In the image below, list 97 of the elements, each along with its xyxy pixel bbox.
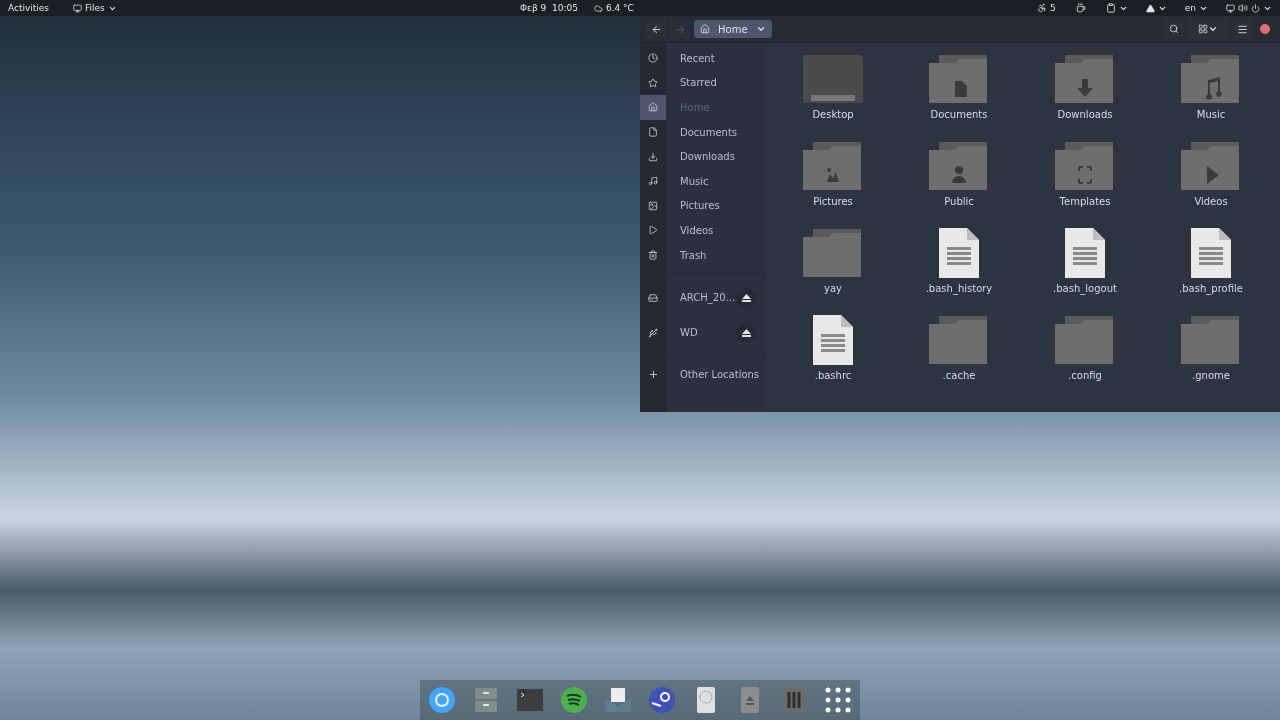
text-file-icon xyxy=(812,314,854,366)
file-name[interactable]: Pictures xyxy=(813,196,853,207)
weather-indicator[interactable]: 6.4 °C xyxy=(593,3,634,13)
eject-button[interactable] xyxy=(736,287,756,308)
folder-icon xyxy=(1181,314,1241,366)
sidebar-item[interactable]: WD xyxy=(680,327,736,339)
app-icon xyxy=(73,3,83,13)
file-name[interactable]: .gnome xyxy=(1192,370,1230,381)
file-name[interactable]: Downloads xyxy=(1057,109,1113,120)
folder-icon xyxy=(803,227,863,279)
accessibility-icon xyxy=(1037,3,1048,13)
file-name[interactable]: Videos xyxy=(1194,196,1228,207)
file-cabinet-icon[interactable] xyxy=(472,686,500,714)
keyboard-layout-menu[interactable]: en xyxy=(1184,3,1208,13)
file-name[interactable]: Music xyxy=(1196,109,1226,120)
file-name[interactable]: .bashrc xyxy=(814,370,852,381)
pictures-icon xyxy=(648,200,658,211)
display-icon xyxy=(1226,3,1235,13)
sidebar-item[interactable]: Music xyxy=(680,175,766,187)
sidebar-item[interactable]: Other Locations xyxy=(680,368,766,380)
text-file-icon xyxy=(1190,227,1232,279)
search-icon xyxy=(1169,24,1179,34)
eject-icon xyxy=(1145,3,1155,13)
clipboard-icon xyxy=(1105,3,1116,13)
activities-button[interactable]: Activities xyxy=(8,3,50,13)
home-icon xyxy=(700,24,710,34)
sidebar-item[interactable]: Documents xyxy=(680,126,766,138)
clipboard-menu[interactable] xyxy=(1105,3,1128,13)
folder-icon xyxy=(1055,314,1115,366)
templates-folder-icon xyxy=(1055,140,1115,192)
path-button[interactable]: Home xyxy=(694,20,772,38)
drive-icon xyxy=(648,292,658,303)
file-name[interactable]: Public xyxy=(944,196,974,207)
file-name[interactable]: Templates xyxy=(1059,196,1111,207)
eject-menu[interactable] xyxy=(1145,3,1167,13)
accessibility-indicator[interactable]: 5 xyxy=(1037,3,1056,13)
file-name[interactable]: .bash_history xyxy=(925,283,993,294)
videos-folder-icon xyxy=(1181,140,1241,192)
app-menu[interactable]: Files xyxy=(73,3,117,13)
power-icon xyxy=(1251,3,1260,13)
pictures-folder-icon xyxy=(803,140,863,192)
usb-icon xyxy=(648,327,658,338)
volume-icon xyxy=(1238,3,1248,13)
clock[interactable]: Φεβ 9 10:05 xyxy=(519,3,578,13)
cloud-icon xyxy=(593,3,603,13)
right-arrow-icon xyxy=(674,23,686,35)
close-button[interactable] xyxy=(1260,24,1270,34)
music-icon xyxy=(648,176,658,187)
sidebar-item[interactable]: Recent xyxy=(680,52,766,64)
coffee-icon[interactable] xyxy=(1075,3,1086,13)
eject-icon xyxy=(741,293,751,302)
music-player-icon[interactable] xyxy=(560,686,588,714)
desktop-folder-icon xyxy=(803,53,863,105)
caret-icon xyxy=(755,24,766,34)
system-menu[interactable] xyxy=(1226,3,1272,13)
sidebar-item[interactable]: Trash xyxy=(680,249,766,261)
search-button[interactable] xyxy=(1164,19,1184,39)
text-file-icon xyxy=(1064,227,1106,279)
documents-folder-icon xyxy=(929,53,989,105)
file-name[interactable]: Desktop xyxy=(812,109,854,120)
home-icon xyxy=(648,102,658,113)
sidebar-item[interactable]: Starred xyxy=(680,77,766,89)
plus-icon xyxy=(647,368,659,380)
sidebar-icon-cell[interactable] xyxy=(640,95,666,120)
file-name[interactable]: .bash_profile xyxy=(1179,283,1243,294)
left-arrow-icon xyxy=(650,23,662,35)
view-button[interactable] xyxy=(1188,19,1228,39)
file-name[interactable]: .cache xyxy=(942,370,976,381)
file-name[interactable]: .config xyxy=(1068,370,1102,381)
downloads-icon xyxy=(648,151,658,162)
sidebar-item[interactable]: Pictures xyxy=(680,200,766,212)
sidebar-item[interactable]: Videos xyxy=(680,224,766,236)
browser-icon[interactable] xyxy=(428,686,456,714)
mail-icon[interactable] xyxy=(604,686,632,714)
videos-icon xyxy=(648,225,658,236)
app-grid-icon[interactable] xyxy=(824,686,852,714)
music-folder-icon xyxy=(1181,53,1241,105)
file-name[interactable]: Documents xyxy=(930,109,988,120)
file-name[interactable]: .bash_logout xyxy=(1053,283,1117,294)
folder-icon xyxy=(929,314,989,366)
documents-icon xyxy=(648,127,658,138)
back-button[interactable] xyxy=(646,19,666,39)
eject-icon xyxy=(741,328,751,337)
downloads-folder-icon xyxy=(1055,53,1115,105)
starred-icon xyxy=(648,77,658,88)
public-folder-icon xyxy=(929,140,989,192)
file-name[interactable]: yay xyxy=(824,283,842,294)
text-file-icon xyxy=(938,227,980,279)
recent-icon xyxy=(648,53,658,64)
trash-icon xyxy=(648,250,658,261)
menu-button[interactable] xyxy=(1232,19,1252,39)
grid-icon xyxy=(1198,24,1208,34)
caret-icon xyxy=(1208,24,1218,34)
sidebar-item[interactable]: ARCH_20… xyxy=(680,292,736,304)
eject-button[interactable] xyxy=(736,322,756,343)
menu-icon xyxy=(1236,23,1248,35)
sidebar-item[interactable]: Downloads xyxy=(680,151,766,163)
